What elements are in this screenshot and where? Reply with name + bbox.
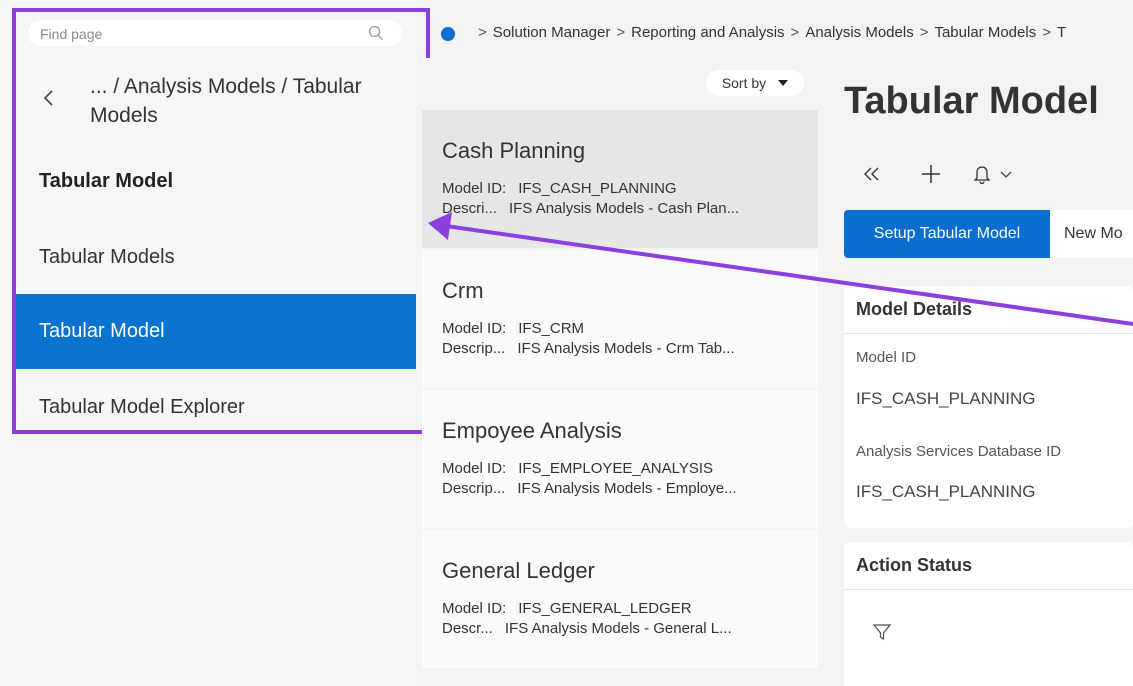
breadcrumb-tabular-models[interactable]: Tabular Models bbox=[934, 24, 1036, 41]
bell-icon bbox=[973, 166, 991, 185]
breadcrumb-separator: > bbox=[790, 24, 800, 41]
breadcrumb-separator: > bbox=[919, 24, 929, 41]
breadcrumb-separator: > bbox=[1042, 24, 1051, 41]
list-item-general-ledger[interactable]: General Ledger Model ID: IFS_GENERAL_LEDG… bbox=[422, 530, 818, 668]
plus-icon bbox=[922, 165, 940, 183]
find-page-search[interactable] bbox=[28, 20, 402, 46]
list-item-model-id: Model ID: IFS_CRM bbox=[442, 320, 584, 337]
description-value: IFS Analysis Models - Employe... bbox=[517, 480, 737, 497]
action-status-heading: Action Status bbox=[844, 542, 1133, 590]
description-value: IFS Analysis Models - General L... bbox=[504, 620, 732, 637]
list-item-title: Crm bbox=[442, 278, 484, 303]
list-item-title: General Ledger bbox=[442, 558, 595, 583]
model-id-value: IFS_CASH_PLANNING bbox=[856, 389, 1036, 408]
breadcrumb-trail: > Solution Manager > Reporting and Analysis… bbox=[472, 24, 1066, 41]
add-button[interactable] bbox=[916, 154, 946, 194]
notifications-button[interactable] bbox=[966, 154, 1018, 194]
model-id-value: IFS_EMPLOYEE_ANALYSIS bbox=[518, 460, 714, 477]
model-id-label: Model ID bbox=[856, 349, 917, 366]
double-chevron-left-icon bbox=[864, 167, 879, 181]
command-tabs: Setup Tabular Model New Mo bbox=[844, 210, 1133, 258]
nav-item-tabular-model-explorer[interactable]: Tabular Model Explorer bbox=[16, 370, 416, 445]
find-page-input[interactable] bbox=[38, 23, 362, 45]
breadcrumb-analysis-models[interactable]: Analysis Models bbox=[805, 24, 913, 41]
navigator-panel: ... / Analysis Models / Tabular Models T… bbox=[0, 0, 416, 686]
model-id-value: IFS_GENERAL_LEDGER bbox=[518, 600, 692, 617]
filter-icon[interactable] bbox=[872, 622, 892, 642]
model-id-label: Model ID: bbox=[442, 460, 507, 477]
home-icon[interactable] bbox=[441, 27, 455, 41]
breadcrumb-reporting-and-analysis[interactable]: Reporting and Analysis bbox=[631, 24, 784, 41]
nav-item-tabular-models[interactable]: Tabular Models bbox=[16, 220, 416, 295]
list-item-cash-planning[interactable]: Cash Planning Model ID: IFS_CASH_PLANNING… bbox=[422, 110, 818, 248]
list-item-description: Descrip... IFS Analysis Models - Crm Tab.… bbox=[442, 340, 735, 357]
detail-panel: Tabular Model Setup Tabular Model New Mo… bbox=[818, 58, 1133, 686]
breadcrumb-separator: > bbox=[616, 24, 626, 41]
setup-tabular-model-button[interactable]: Setup Tabular Model bbox=[844, 210, 1050, 258]
caret-down-icon bbox=[778, 80, 789, 86]
nav-back-row[interactable]: ... / Analysis Models / Tabular Models bbox=[30, 72, 400, 132]
action-status-panel: Action Status bbox=[844, 542, 1133, 686]
list-item-description: Descr... IFS Analysis Models - General L.… bbox=[442, 620, 732, 637]
sort-by-label: Sort by bbox=[721, 75, 767, 91]
description-value: IFS Analysis Models - Crm Tab... bbox=[517, 340, 735, 357]
model-id-value: IFS_CASH_PLANNING bbox=[518, 180, 677, 197]
breadcrumb-tabular-model[interactable]: T bbox=[1057, 24, 1066, 41]
breadcrumb-separator: > bbox=[478, 24, 487, 41]
list-item-model-id: Model ID: IFS_CASH_PLANNING bbox=[442, 180, 677, 197]
model-id-label: Model ID: bbox=[442, 320, 507, 337]
list-item-description: Descri... IFS Analysis Models - Cash Plan… bbox=[442, 200, 739, 217]
description-label: Descr... bbox=[442, 620, 493, 637]
breadcrumb-solution-manager[interactable]: Solution Manager bbox=[493, 24, 611, 41]
model-id-label: Model ID: bbox=[442, 600, 507, 617]
description-label: Descri... bbox=[442, 200, 498, 217]
description-value: IFS Analysis Models - Cash Plan... bbox=[509, 200, 740, 217]
record-list: Sort by Cash Planning Model ID: IFS_CASH_… bbox=[422, 58, 818, 686]
model-details-heading: Model Details bbox=[844, 286, 1133, 334]
search-icon[interactable] bbox=[368, 25, 384, 41]
description-label: Descrip... bbox=[442, 340, 506, 357]
chevron-down-icon bbox=[1000, 171, 1012, 178]
database-id-value: IFS_CASH_PLANNING bbox=[856, 482, 1036, 501]
nav-item-tabular-model[interactable]: Tabular Model bbox=[16, 294, 416, 369]
breadcrumb-bar: > Solution Manager > Reporting and Analysis… bbox=[430, 14, 1133, 54]
model-details-panel: Model Details Model ID IFS_CASH_PLANNING… bbox=[844, 286, 1133, 528]
list-item-model-id: Model ID: IFS_GENERAL_LEDGER bbox=[442, 600, 692, 617]
description-label: Descrip... bbox=[442, 480, 506, 497]
list-item-employee-analysis[interactable]: Empoyee Analysis Model ID: IFS_EMPLOYEE_A… bbox=[422, 390, 818, 528]
collapse-list-button[interactable] bbox=[858, 154, 886, 194]
new-model-button[interactable]: New Mo bbox=[1050, 210, 1133, 258]
nav-breadcrumb: ... / Analysis Models / Tabular Models bbox=[90, 75, 362, 127]
page-title: Tabular Model bbox=[844, 80, 1099, 122]
model-id-label: Model ID: bbox=[442, 180, 507, 197]
chevron-left-icon[interactable] bbox=[42, 88, 56, 108]
list-item-model-id: Model ID: IFS_EMPLOYEE_ANALYSIS bbox=[442, 460, 713, 477]
model-id-value: IFS_CRM bbox=[518, 320, 585, 337]
list-item-crm[interactable]: Crm Model ID: IFS_CRM Descrip... IFS Analy… bbox=[422, 250, 818, 388]
list-item-title: Empoyee Analysis bbox=[442, 418, 622, 443]
database-id-label: Analysis Services Database ID bbox=[856, 443, 1062, 460]
list-item-title: Cash Planning bbox=[442, 138, 586, 163]
detail-toolbar bbox=[844, 154, 1124, 194]
list-item-description: Descrip... IFS Analysis Models - Employe.… bbox=[442, 480, 737, 497]
nav-heading: Tabular Model bbox=[39, 170, 174, 192]
sort-by-button[interactable]: Sort by bbox=[706, 70, 804, 96]
